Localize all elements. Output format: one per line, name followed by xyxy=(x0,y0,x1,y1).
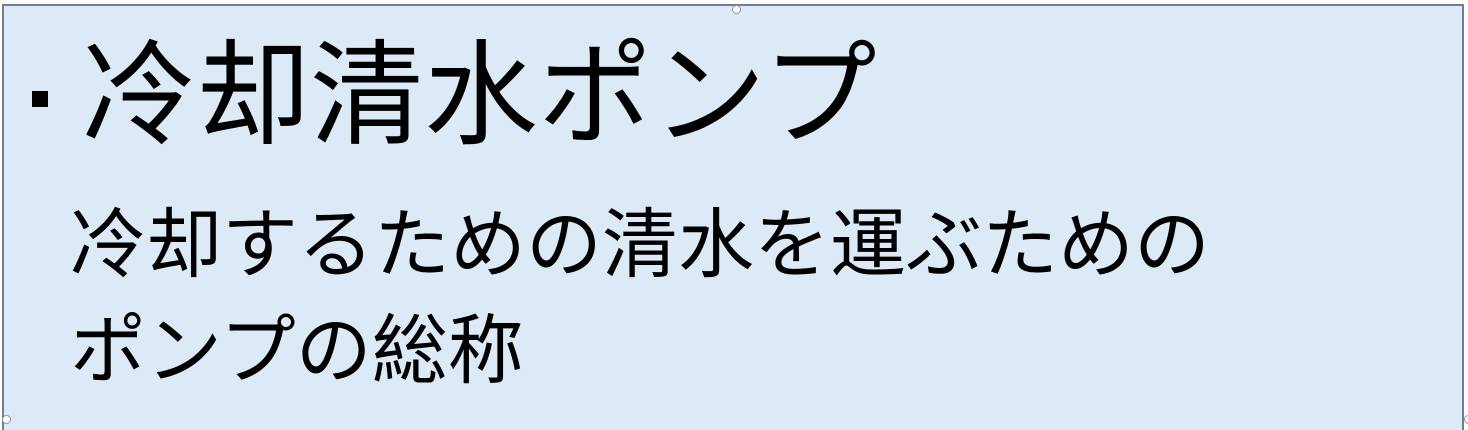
description-line-1: 冷却するための清水を運ぶための xyxy=(70,200,1210,289)
description: 冷却するための清水を運ぶための ポンプの総称 xyxy=(70,192,1210,404)
title-text: 冷却清水ポンプ xyxy=(82,29,877,162)
resize-handle-top[interactable] xyxy=(732,5,741,14)
resize-handle-left[interactable] xyxy=(2,415,11,424)
square-bullet-icon xyxy=(32,91,48,107)
resize-handle-right[interactable] xyxy=(1464,415,1468,424)
title-line: 冷却清水ポンプ xyxy=(32,32,877,160)
description-line-2: ポンプの総称 xyxy=(70,306,524,395)
text-box[interactable]: 冷却清水ポンプ 冷却するための清水を運ぶための ポンプの総称 xyxy=(2,4,1468,430)
